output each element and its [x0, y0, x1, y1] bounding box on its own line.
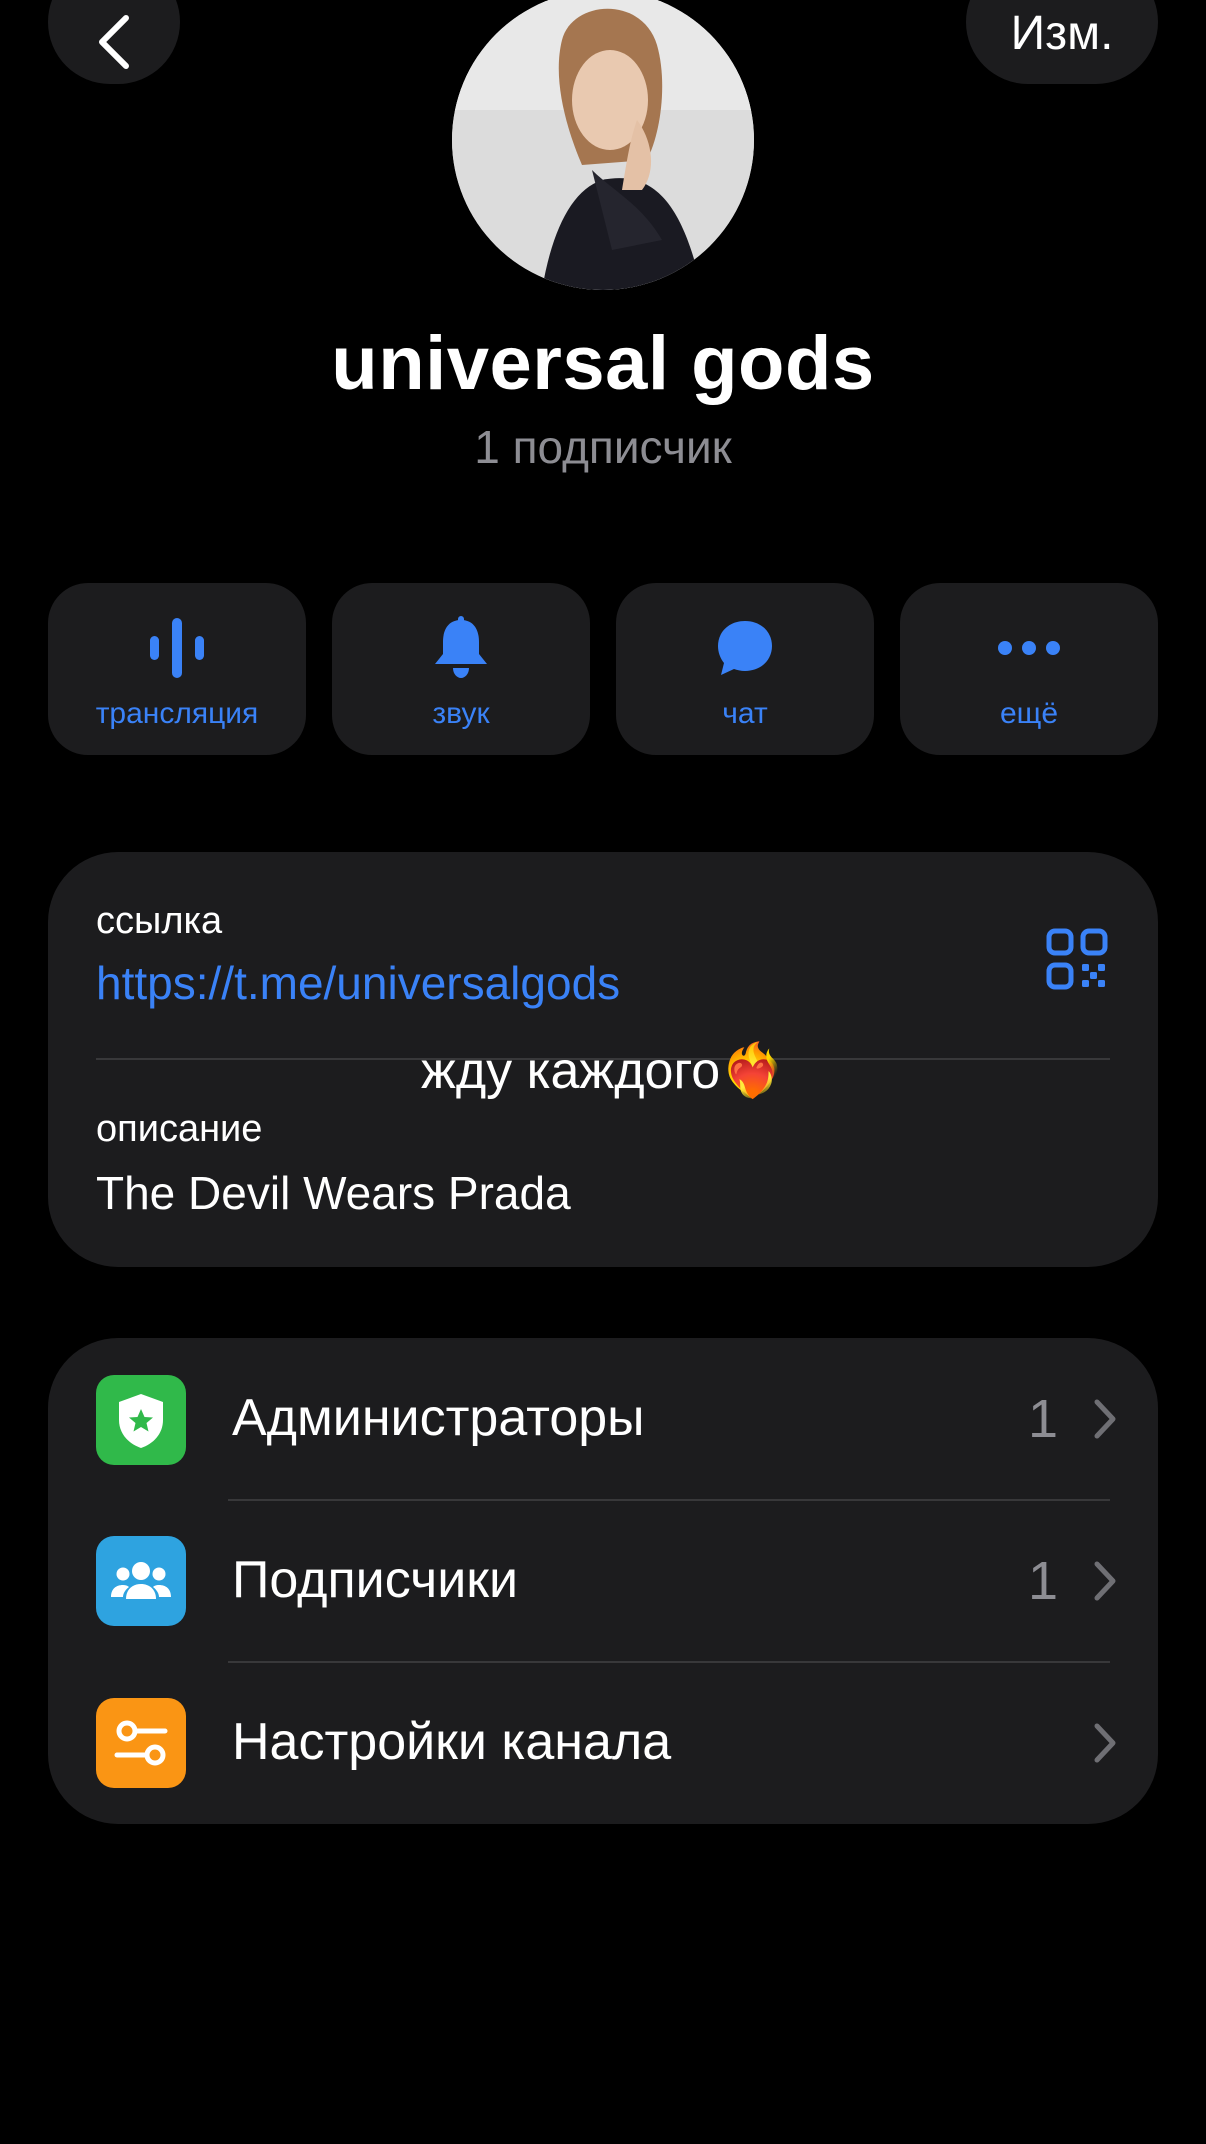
edit-button[interactable]: Изм. — [966, 0, 1158, 84]
back-button[interactable] — [48, 0, 180, 84]
avatar-photo — [452, 0, 754, 290]
chevron-right-icon — [1094, 1561, 1116, 1601]
bell-icon — [435, 616, 487, 678]
chat-bubble-icon — [718, 621, 772, 675]
action-broadcast-label: трансляция — [95, 697, 259, 730]
action-sound-button[interactable]: звук — [332, 583, 590, 755]
action-chat-button[interactable]: чат — [616, 583, 874, 755]
channel-name: universal gods — [331, 321, 875, 406]
action-chat-label: чат — [722, 697, 768, 730]
qr-code-icon — [1046, 928, 1108, 990]
overlay-caption: жду каждого❤️‍🔥 — [421, 1042, 785, 1100]
chevron-right-icon — [1094, 1399, 1116, 1439]
menu-label-administrators: Администраторы — [232, 1389, 645, 1447]
edit-button-label: Изм. — [1010, 6, 1114, 60]
more-dots-icon — [998, 641, 1060, 655]
subscriber-count: 1 подписчик — [474, 421, 732, 473]
action-more-label: ещё — [999, 697, 1059, 730]
channel-menu-card: Администраторы 1 Подписчики 1 Настройки … — [48, 1338, 1158, 1824]
link-label: ссылка — [96, 900, 223, 942]
menu-item-subscribers[interactable]: Подписчики 1 — [48, 1500, 1158, 1662]
menu-label-subscribers: Подписчики — [232, 1551, 519, 1609]
channel-avatar[interactable] — [452, 0, 754, 290]
chevron-right-icon — [1094, 1723, 1116, 1763]
menu-count-administrators: 1 — [1027, 1389, 1058, 1449]
channel-link[interactable]: https://t.me/universalgods — [96, 956, 620, 1010]
menu-count-subscribers: 1 — [1027, 1551, 1058, 1611]
chevron-left-icon — [99, 15, 129, 69]
action-broadcast-button[interactable]: трансляция — [48, 583, 306, 755]
action-sound-label: звук — [432, 697, 490, 730]
shield-star-icon — [96, 1375, 186, 1465]
description-text: The Devil Wears Prada — [96, 1167, 571, 1219]
settings-sliders-icon — [96, 1698, 186, 1788]
qr-code-button[interactable] — [1046, 928, 1108, 995]
menu-item-administrators[interactable]: Администраторы 1 — [48, 1338, 1158, 1500]
people-icon — [96, 1536, 186, 1626]
menu-item-channel-settings[interactable]: Настройки канала — [48, 1662, 1158, 1824]
menu-label-channel-settings: Настройки канала — [232, 1713, 672, 1771]
action-more-button[interactable]: ещё — [900, 583, 1158, 755]
description-label: описание — [96, 1108, 263, 1150]
waveform-icon — [150, 618, 204, 678]
